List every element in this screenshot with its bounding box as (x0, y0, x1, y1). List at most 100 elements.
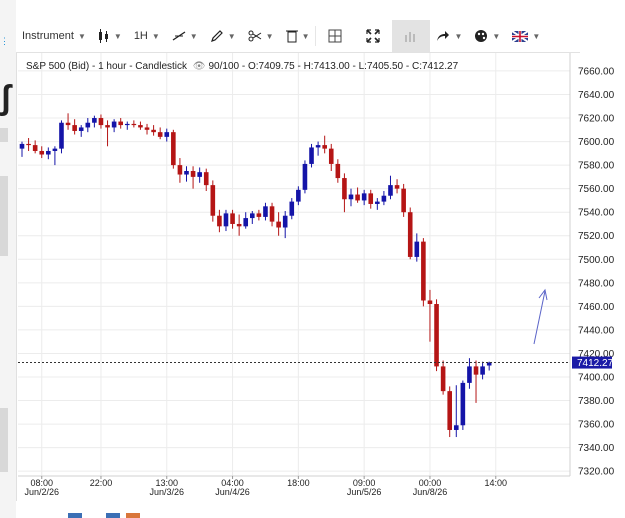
candle-body (59, 122, 64, 149)
candle-body (473, 366, 479, 375)
candle-body (217, 215, 222, 227)
candle-body (480, 366, 485, 375)
candle-body (131, 123, 137, 126)
candle-body (322, 145, 327, 149)
price-tick-label: 7440.00 (578, 325, 615, 336)
candle-body (460, 382, 466, 426)
color-swatch (126, 513, 140, 518)
candle-body (39, 150, 45, 155)
candle-body (184, 170, 189, 175)
candle-body (203, 172, 209, 186)
candle-body (453, 425, 459, 430)
color-swatch (68, 513, 82, 518)
candle-body (78, 127, 84, 131)
candle-body (197, 172, 202, 177)
candle-body (394, 185, 400, 189)
candle-body (368, 193, 374, 204)
candle-body (72, 125, 77, 131)
price-tick-label: 7460.00 (578, 302, 615, 313)
candle-body (236, 223, 242, 227)
date-tick-label: Jun/3/26 (149, 487, 184, 497)
trend-arrow-annotation[interactable] (533, 288, 548, 345)
price-tick-label: 7400.00 (578, 373, 615, 384)
candle-body (421, 241, 426, 301)
candlestick-chart[interactable]: 7660.00 7640.00 7620.00 7600.00 7580.00 7560.… (0, 0, 625, 518)
chart-title: S&P 500 (Bid) - 1 hour - Candlestick (26, 61, 188, 72)
candle-body (157, 132, 163, 137)
candle-body (414, 241, 420, 257)
candle-body (348, 194, 354, 200)
price-tick-label: 7500.00 (578, 255, 615, 266)
price-tick-label: 7620.00 (578, 114, 615, 125)
price-tick-label: 7580.00 (578, 161, 615, 172)
price-tick-label: 7340.00 (578, 443, 615, 454)
candle-body (144, 127, 150, 130)
candle-body (32, 145, 38, 151)
candle-body (309, 147, 314, 164)
candle-body (328, 148, 334, 164)
candle-body (388, 185, 393, 196)
candle-body (342, 178, 347, 200)
candle-body (381, 195, 387, 202)
candle-body (269, 206, 275, 222)
candle-body (111, 121, 117, 128)
candle-body (427, 300, 433, 305)
visibility-value: 90/100 - (208, 61, 246, 72)
trend-arrow-line (533, 290, 546, 345)
ohlc-values: O:7409.75 - H:7413.00 - L:7405.50 - C:74… (247, 61, 459, 72)
candle-body (440, 366, 446, 392)
price-tick-label: 7640.00 (578, 90, 615, 101)
candle-body (447, 391, 452, 430)
candle-body (407, 212, 413, 257)
time-tick-label: 22:00 (90, 478, 113, 488)
candle-body (19, 143, 25, 149)
candles-layer (19, 113, 492, 438)
price-tick-label: 7600.00 (578, 137, 615, 148)
candle-body (210, 185, 216, 216)
price-tick-label: 7380.00 (578, 396, 615, 407)
candle-body (138, 125, 143, 128)
time-tick-label: 14:00 (484, 478, 507, 488)
date-tick-label: Jun/5/26 (347, 487, 382, 497)
candle-body (26, 143, 31, 146)
candle-body (250, 213, 255, 219)
candle-body (190, 170, 196, 177)
price-tick-label: 7360.00 (578, 420, 615, 431)
price-tick-label: 7660.00 (578, 66, 615, 77)
candle-body (335, 163, 341, 179)
candle-body (230, 213, 235, 224)
candle-body (289, 201, 295, 216)
candle-body (296, 189, 301, 202)
candle-body (52, 148, 58, 151)
candle-body (46, 150, 51, 155)
price-axis: 7660.00 7640.00 7620.00 7600.00 7580.00 7560.… (569, 53, 615, 478)
candle-body (118, 121, 123, 126)
candle-body (243, 218, 249, 227)
candle-body (434, 304, 439, 367)
date-tick-label: Jun/2/26 (24, 487, 59, 497)
current-price-label: 7412.27 (577, 358, 614, 369)
candle-body (263, 206, 268, 217)
candle-body (355, 194, 360, 201)
candle-body (124, 123, 130, 126)
date-tick-label: Jun/8/26 (413, 487, 448, 497)
candle-body (467, 366, 472, 383)
price-tick-label: 7480.00 (578, 278, 615, 289)
eye-icon[interactable]: 👁 (193, 61, 206, 72)
candle-body (223, 213, 229, 227)
price-tick-label: 7560.00 (578, 184, 615, 195)
time-axis: 08:00Jun/2/2622:00 13:00Jun/3/2604:00Jun/… (18, 475, 570, 497)
candle-body (151, 129, 156, 133)
candle-body (256, 213, 262, 217)
candle-body (164, 132, 170, 137)
bottom-strip (16, 501, 625, 518)
candle-body (65, 122, 71, 126)
candle-body (85, 122, 91, 128)
date-tick-label: Jun/4/26 (215, 487, 250, 497)
color-swatch (106, 513, 120, 518)
time-tick-label: 18:00 (287, 478, 310, 488)
chart-header: S&P 500 (Bid) - 1 hour - Candlestick 👁 90… (26, 61, 458, 72)
candle-body (105, 125, 110, 128)
candle-body (171, 132, 176, 166)
price-tick-label: 7540.00 (578, 208, 615, 219)
